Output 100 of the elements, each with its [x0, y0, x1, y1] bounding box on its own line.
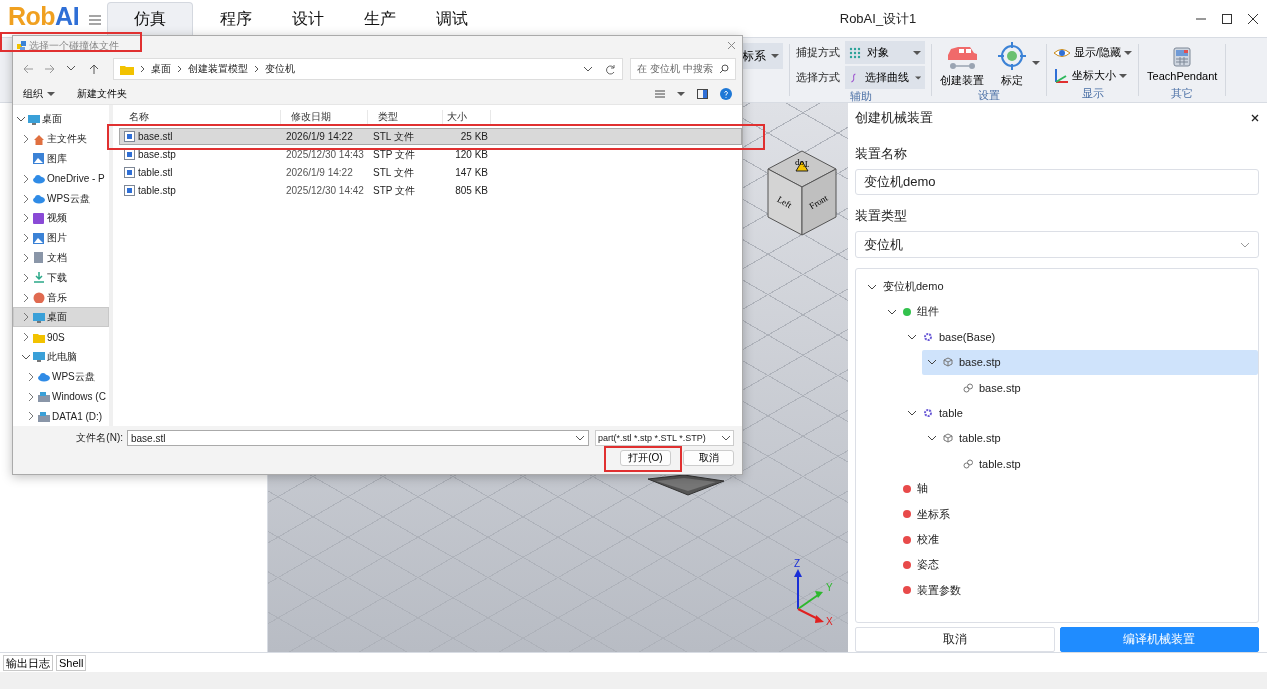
axis-label: X	[826, 616, 833, 627]
file-row[interactable]: table.stl 2026/1/9 14:22 STL 文件 147 KB	[119, 164, 742, 182]
file-name: table.stp	[120, 185, 282, 197]
close-button[interactable]	[1251, 113, 1259, 122]
view-cube[interactable]: Top Left Front	[766, 149, 838, 239]
refresh-icon	[605, 63, 616, 75]
nav-item[interactable]: OneDrive - P	[13, 168, 109, 189]
preview-pane-icon	[697, 89, 708, 99]
caret-icon	[913, 50, 921, 55]
tree-item[interactable]: base.stp	[922, 349, 1258, 376]
group-label: 设置	[978, 88, 1000, 103]
nav-item[interactable]: Windows (C	[13, 386, 109, 407]
cube-icon	[943, 433, 953, 444]
toolbar-button[interactable]: 新建文件夹	[77, 87, 127, 101]
name-input[interactable]: 变位机demo	[855, 168, 1259, 196]
close-icon	[1251, 113, 1259, 122]
file-date: 2026/1/9 14:22	[285, 131, 354, 143]
tree-item[interactable]: table	[902, 400, 1258, 426]
nav-item[interactable]: 此电脑	[13, 347, 109, 367]
file-size: 805 KB	[454, 185, 489, 197]
nav-item[interactable]: 桌面	[13, 307, 109, 328]
chevron-right-icon	[140, 65, 145, 74]
pendant-icon	[1172, 46, 1193, 67]
column-header[interactable]: 类型	[368, 110, 443, 125]
toolbar-button[interactable]: 标定	[996, 38, 1028, 88]
nav-item[interactable]: 图片	[13, 228, 109, 249]
nav-item[interactable]: DATA1 (D:)	[13, 406, 109, 427]
nav-item[interactable]: 视频	[13, 208, 109, 229]
toolbar-button[interactable]: 创建装置	[938, 38, 986, 88]
cloud-icon	[33, 173, 45, 185]
dialog-button[interactable]: 取消	[683, 450, 734, 467]
toolbar-button[interactable]: 显示/隐藏	[1053, 45, 1133, 60]
nav-item[interactable]: 文档	[13, 248, 109, 268]
breadcrumb-item[interactable]: 创建装置模型	[188, 62, 248, 77]
tree-item[interactable]: 组件	[882, 299, 1258, 325]
menu-tab[interactable]: 仿真	[107, 2, 194, 37]
file-row[interactable]: base.stl 2026/1/9 14:22 STL 文件 25 KB	[119, 128, 742, 146]
panel-tab[interactable]: Shell	[56, 655, 87, 671]
panel-title: 创建机械装置	[855, 108, 933, 127]
cancel-button[interactable]: 取消	[855, 627, 1055, 652]
address-bar[interactable]: 桌面 创建装置模型 变位机	[113, 58, 623, 81]
close-button[interactable]	[1247, 12, 1259, 25]
file-name: base.stl	[120, 131, 282, 143]
search-icon	[719, 64, 729, 75]
nav-item[interactable]: 下载	[13, 267, 109, 288]
mode-dropdown[interactable]: 对象	[845, 41, 925, 64]
field-label: 文件名(N):	[75, 431, 123, 446]
breadcrumb-item[interactable]: 桌面	[151, 62, 171, 77]
panel-tab[interactable]: 输出日志	[3, 655, 53, 671]
file-name-input[interactable]: base.stl	[127, 430, 589, 447]
toolbar-button[interactable]: 坐标大小	[1053, 68, 1133, 83]
link-icon	[963, 458, 973, 469]
maximize-button[interactable]	[1221, 12, 1233, 25]
tree-item[interactable]: 轴	[882, 476, 1258, 502]
tree-item[interactable]: 装置参数	[882, 577, 1258, 603]
group-label: 辅助	[849, 89, 872, 104]
tree-item[interactable]: 变位机demo	[862, 273, 1258, 300]
nav-item[interactable]: 90S	[13, 327, 109, 348]
type-dropdown[interactable]: 变位机	[855, 231, 1259, 258]
file-row[interactable]: table.stp 2025/12/30 14:42 STP 文件 805 KB	[119, 182, 742, 200]
tree-item[interactable]: 校准	[882, 526, 1258, 553]
nav-item[interactable]: 音乐	[13, 287, 109, 308]
up-arrow-icon	[88, 63, 100, 76]
file-icon	[124, 149, 135, 161]
file-date: 2025/12/30 14:42	[285, 185, 365, 197]
tree-item[interactable]: table.stp	[942, 450, 1258, 477]
dialog-button[interactable]: 打开(O)	[620, 450, 671, 467]
file-date: 2025/12/30 14:43	[285, 149, 365, 161]
file-icon	[124, 185, 135, 197]
tree-item[interactable]: base.stp	[942, 375, 1258, 401]
file-type-dropdown[interactable]: part(*.stl *.stp *.STL *.STP)	[595, 430, 734, 447]
field-label: 选择方式	[796, 70, 840, 85]
monitor-icon	[28, 113, 40, 125]
group-label: 显示	[1081, 86, 1104, 101]
nav-item[interactable]: 图库	[13, 149, 109, 169]
nav-item[interactable]: 桌面	[13, 109, 109, 130]
mode-dropdown[interactable]: 选择曲线	[845, 66, 925, 89]
field-label: 装置名称	[855, 144, 908, 163]
search-field[interactable]: 在 变位机 中搜索	[630, 58, 736, 81]
column-header[interactable]: 大小	[443, 110, 491, 125]
tree-item[interactable]: base(Base)	[902, 324, 1258, 350]
nav-item[interactable]: 主文件夹	[13, 129, 109, 150]
app-icon	[16, 40, 27, 51]
tree-item[interactable]: table.stp	[922, 425, 1258, 451]
nav-item[interactable]: WPS云盘	[13, 366, 109, 387]
toolbar-button[interactable]: TeachPendant	[1145, 42, 1220, 82]
dot-grid-icon	[849, 46, 861, 59]
column-header[interactable]: 修改日期	[281, 110, 368, 125]
nav-item[interactable]: WPS云盘	[13, 188, 109, 209]
dropdown-caret-icon[interactable]	[1032, 61, 1040, 65]
cube-face-label: Top	[795, 159, 809, 169]
back-arrow-icon	[22, 63, 34, 76]
breadcrumb-item[interactable]: 变位机	[265, 62, 295, 77]
chevron-right-icon	[254, 65, 259, 74]
tree-item[interactable]: 坐标系	[882, 501, 1258, 527]
file-date: 2026/1/9 14:22	[285, 167, 354, 179]
file-row[interactable]: base.stp 2025/12/30 14:43 STP 文件 120 KB	[119, 146, 742, 164]
tree-item[interactable]: 姿态	[882, 552, 1258, 578]
toolbar-button[interactable]: 组织	[23, 87, 55, 101]
column-header[interactable]: 名称	[119, 110, 281, 125]
